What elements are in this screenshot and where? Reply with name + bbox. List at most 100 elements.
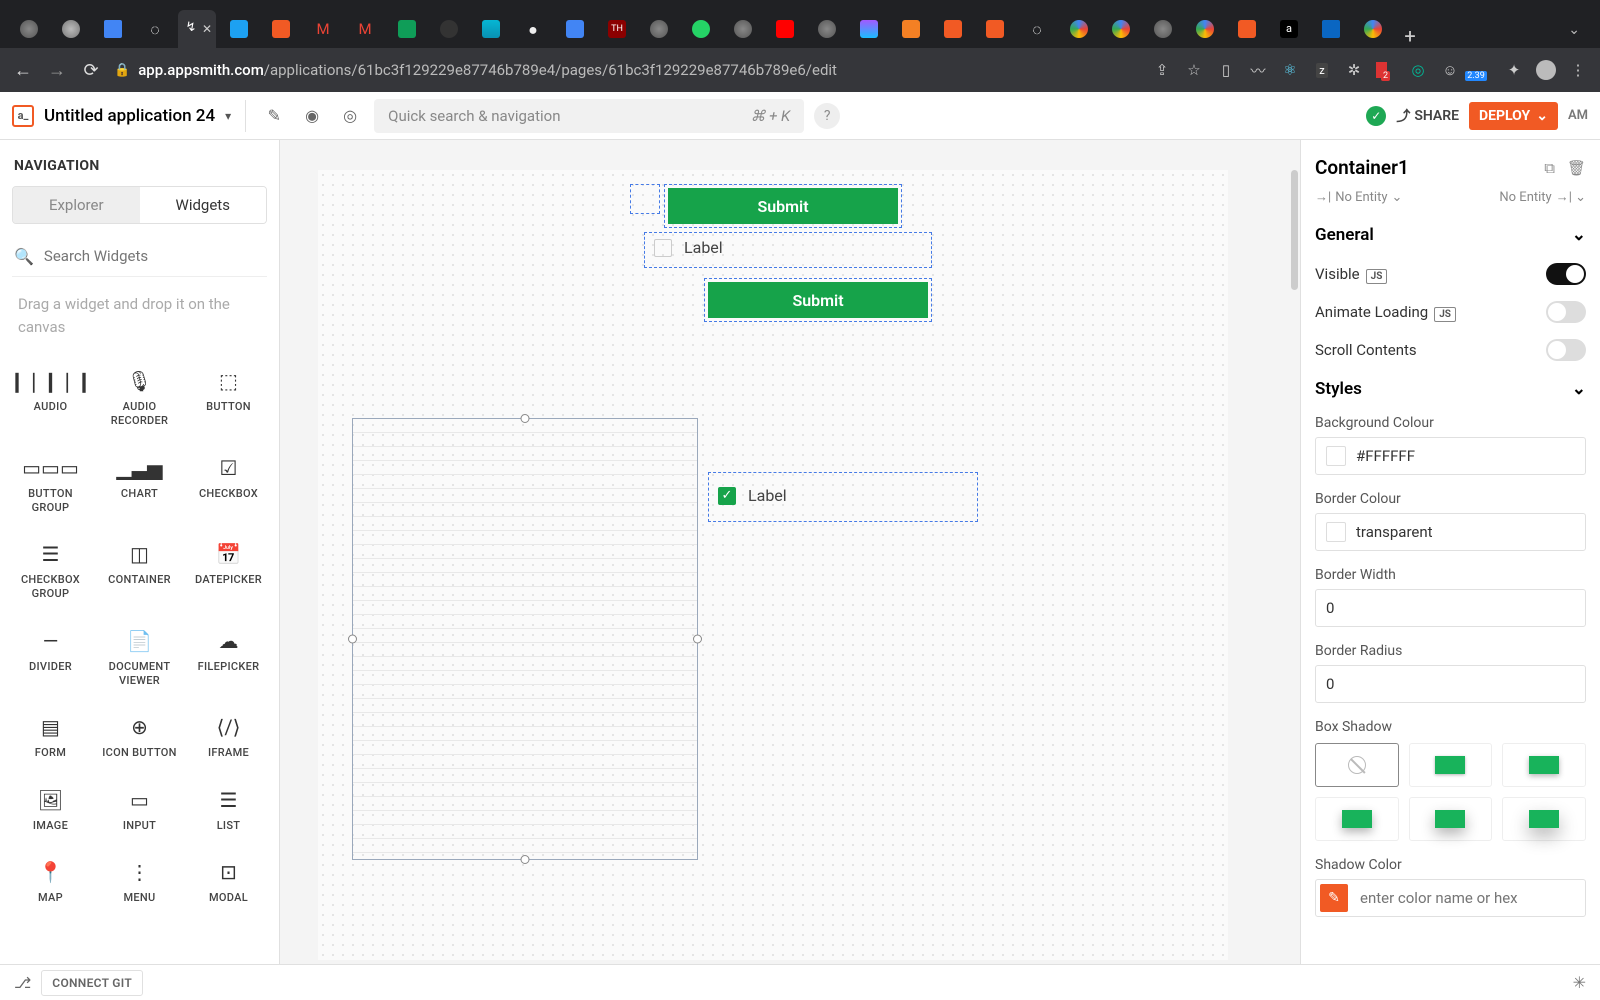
widget-input[interactable]: ▭INPUT — [95, 777, 184, 849]
tab[interactable] — [430, 10, 468, 48]
widget-chart[interactable]: ▁▃▅CHART — [95, 445, 184, 532]
share-icon[interactable]: ⇪ — [1152, 60, 1172, 80]
tab[interactable]: ◌ — [1018, 10, 1056, 48]
border-radius-input[interactable]: 0 — [1315, 665, 1586, 703]
tab-explorer[interactable]: Explorer — [13, 187, 140, 223]
widget-map[interactable]: 📍MAP — [6, 849, 95, 921]
tab[interactable] — [1060, 10, 1098, 48]
tab[interactable]: a — [1270, 10, 1308, 48]
bg-colour-input[interactable]: #FFFFFF — [1315, 437, 1586, 475]
tab[interactable] — [388, 10, 426, 48]
widget-icon-button[interactable]: ⊕ICON BUTTON — [95, 704, 184, 776]
widget-audio-recorder[interactable]: 🎙AUDIO RECORDER — [95, 358, 184, 445]
widget-list[interactable]: ☰LIST — [184, 777, 273, 849]
tab[interactable]: ● — [514, 10, 552, 48]
debug-icon[interactable]: ✳ — [1573, 973, 1586, 992]
shadow-color-input[interactable]: ✎ — [1315, 879, 1586, 917]
section-general[interactable]: General⌄ — [1301, 215, 1600, 255]
pencil-icon[interactable]: ✎ — [1320, 884, 1348, 912]
scrollbar[interactable] — [1291, 170, 1298, 290]
shadow-option[interactable] — [1409, 797, 1493, 841]
widget-image[interactable]: 🖼IMAGE — [6, 777, 95, 849]
tab[interactable] — [976, 10, 1014, 48]
resize-handle[interactable] — [521, 414, 530, 423]
user-avatar[interactable]: AM — [1568, 108, 1588, 123]
help-button[interactable]: ? — [814, 103, 840, 129]
tab[interactable] — [94, 10, 132, 48]
tab[interactable] — [1144, 10, 1182, 48]
tab[interactable] — [766, 10, 804, 48]
checkbox-widget[interactable] — [654, 239, 672, 257]
widget-menu[interactable]: ⋮MENU — [95, 849, 184, 921]
animate-toggle[interactable] — [1546, 301, 1586, 323]
widget-document-viewer[interactable]: 📄DOCUMENT VIEWER — [95, 618, 184, 705]
button-widget[interactable]: Submit — [708, 282, 928, 318]
visible-toggle[interactable] — [1546, 263, 1586, 285]
close-icon[interactable]: ✕ — [202, 22, 212, 36]
section-styles[interactable]: Styles⌄ — [1301, 369, 1600, 409]
widget-button[interactable]: ⬚BUTTON — [184, 358, 273, 445]
tabs-overflow-button[interactable]: ⌄ — [1558, 12, 1590, 48]
tab[interactable] — [220, 10, 258, 48]
js-toggle[interactable]: JS — [1366, 269, 1388, 284]
tab[interactable]: TH — [598, 10, 636, 48]
canvas-area[interactable]: Submit Label Submit ✓ Label — [280, 140, 1300, 964]
tab[interactable] — [52, 10, 90, 48]
forward-button[interactable]: → — [46, 60, 68, 81]
quick-search[interactable]: Quick search & navigation ⌘ + K — [374, 99, 804, 133]
address-bar[interactable]: 🔒 app.appsmith.com/applications/61bc3f12… — [114, 61, 1140, 79]
resize-handle[interactable] — [348, 635, 357, 644]
widget-button-group[interactable]: ▭▭▭BUTTON GROUP — [6, 445, 95, 532]
edit-icon[interactable]: ✎ — [260, 102, 288, 130]
colour-swatch[interactable] — [1326, 522, 1346, 542]
comment-icon[interactable]: ◉ — [298, 102, 326, 130]
resize-handle[interactable] — [521, 855, 530, 864]
ext-icon[interactable]: 〰 — [1248, 60, 1268, 80]
ext-icon[interactable]: ✲ — [1344, 60, 1364, 80]
widget-modal[interactable]: ⊡MODAL — [184, 849, 273, 921]
app-menu-caret[interactable]: ▾ — [225, 109, 231, 123]
tab[interactable] — [10, 10, 48, 48]
widget-filepicker[interactable]: ☁FILEPICKER — [184, 618, 273, 705]
tab[interactable] — [1102, 10, 1140, 48]
ext-icon[interactable]: z — [1312, 60, 1332, 80]
tab-active[interactable]: ↯✕ — [178, 10, 216, 48]
shadow-option[interactable] — [1502, 797, 1586, 841]
profile-avatar[interactable] — [1536, 60, 1556, 80]
border-colour-input[interactable]: transparent — [1315, 513, 1586, 551]
ext-icon[interactable]: 2.39 — [1472, 60, 1492, 80]
tab[interactable] — [472, 10, 510, 48]
tab[interactable] — [934, 10, 972, 48]
shadow-option[interactable] — [1502, 743, 1586, 787]
star-icon[interactable]: ☆ — [1184, 60, 1204, 80]
shadow-none[interactable] — [1315, 743, 1399, 787]
tab[interactable] — [262, 10, 300, 48]
back-button[interactable]: ← — [12, 60, 34, 81]
container-widget-selected[interactable] — [352, 418, 698, 860]
entity-incoming[interactable]: →| No Entity ⌄ — [1315, 189, 1402, 205]
widget-checkbox-group[interactable]: ☰CHECKBOX GROUP — [6, 531, 95, 618]
widget-audio[interactable]: ❙❘❙❘❙AUDIO — [6, 358, 95, 445]
widget-search-input[interactable] — [42, 246, 265, 266]
tab[interactable] — [1228, 10, 1266, 48]
border-width-input[interactable]: 0 — [1315, 589, 1586, 627]
tab[interactable]: M — [304, 10, 342, 48]
widget-checkbox[interactable]: ☑CHECKBOX — [184, 445, 273, 532]
entity-outgoing[interactable]: No Entity →| ⌄ — [1499, 189, 1586, 205]
tab[interactable] — [808, 10, 846, 48]
new-tab-button[interactable]: + — [1396, 24, 1424, 48]
reload-button[interactable]: ⟳ — [80, 60, 102, 81]
share-button[interactable]: ⤴SHARE — [1396, 106, 1459, 126]
widget-name[interactable]: Container1 — [1315, 156, 1409, 179]
tab[interactable]: ◌ — [136, 10, 174, 48]
app-title[interactable]: Untitled application 24 — [44, 106, 215, 126]
widget-form[interactable]: ▤FORM — [6, 704, 95, 776]
tab[interactable] — [556, 10, 594, 48]
resize-handle[interactable] — [693, 635, 702, 644]
canvas[interactable]: Submit Label Submit ✓ Label — [318, 170, 1228, 960]
checkbox-widget[interactable]: ✓ — [718, 487, 736, 505]
widget-iframe[interactable]: ⟨/⟩IFRAME — [184, 704, 273, 776]
ext-icon[interactable]: ◎ — [1408, 60, 1428, 80]
widget-container[interactable]: ◫CONTAINER — [95, 531, 184, 618]
tab[interactable] — [682, 10, 720, 48]
